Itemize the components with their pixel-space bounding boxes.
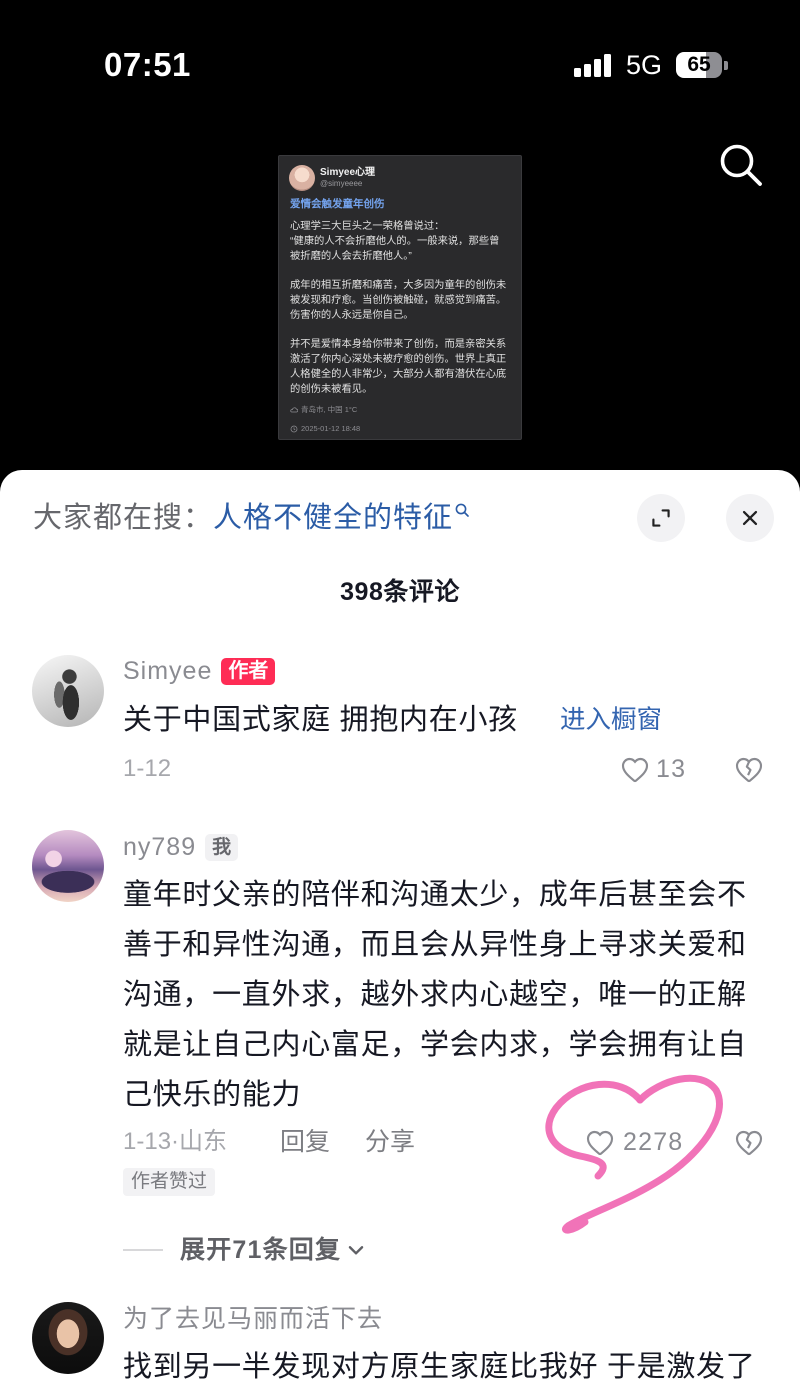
comment-date: 1-12 [123, 755, 172, 782]
battery-icon: 65 [676, 52, 728, 78]
self-badge: 我 [205, 833, 239, 861]
expand-button[interactable] [637, 494, 685, 542]
post-paragraph: 成年的相互折磨和痛苦，大多因为童年的创伤未 被发现和疗愈。当创伤被触碰，就感觉到… [290, 279, 516, 323]
share-button[interactable]: 分享 [365, 1127, 415, 1157]
post-author-name: Simyee心理 [320, 167, 376, 178]
expand-icon [652, 509, 670, 527]
broken-heart-icon [735, 1130, 763, 1156]
post-time-row: 2025-01-12 18:48 [290, 423, 360, 435]
post-location: 青岛市, 中国 1°C [301, 405, 358, 414]
comment-user-row: ny789 我 [123, 832, 239, 862]
post-author-avatar [289, 165, 315, 191]
network-type: 5G [626, 50, 663, 80]
post-line: 激活了你内心深处未被疗愈的创伤。世界上真正 [290, 354, 507, 366]
close-icon [742, 510, 758, 526]
post-line: 的创伤未被看见。 [290, 383, 373, 395]
post-line: 并不是爱情本身给你带来了创伤，而是亲密关系 [290, 339, 507, 351]
comment-text: 关于中国式家庭 拥抱内在小孩 [123, 704, 518, 736]
search-icon[interactable] [454, 502, 470, 518]
post-body: 心理学三大巨头之一荣格曾说过： “健康的人不会折磨他人的。一般来说，那些曾 被折… [290, 220, 516, 398]
comment-username[interactable]: 为了去见马丽而活下去 [123, 1304, 383, 1334]
comment-username[interactable]: ny789 [123, 832, 196, 862]
like-button[interactable] [618, 754, 652, 784]
avatar[interactable] [32, 830, 104, 902]
hot-search-row: 大家都在搜： 人格不健全的特征 [33, 498, 470, 538]
like-button[interactable] [583, 1127, 617, 1157]
chevron-down-icon [348, 1246, 364, 1255]
post-line: “健康的人不会折磨他人的。一般来说，那些曾 [290, 235, 500, 247]
heart-icon [621, 757, 649, 783]
comment-user-row: Simyee 作者 [123, 656, 276, 686]
post-line: 人格健全的人非常少，大部分人都有潜伏在心底 [290, 368, 507, 380]
like-count: 2278 [623, 1128, 684, 1156]
expand-replies-button[interactable]: 展开71条回复 [180, 1235, 367, 1265]
video-area[interactable]: 07:51 5G 65 Simyee心理 @simyeeee 爱情会触发童年创伤… [0, 0, 800, 490]
hot-search-suggestion[interactable]: 人格不健全的特征 [213, 498, 453, 538]
post-location-row: 青岛市, 中国 1°C [290, 404, 357, 416]
dislike-button[interactable] [732, 1126, 766, 1158]
post-line: 心理学三大巨头之一荣格曾说过： [290, 221, 445, 232]
dislike-button[interactable] [732, 753, 766, 785]
author-liked-badge: 作者赞过 [123, 1168, 216, 1196]
battery-nub [724, 61, 728, 70]
post-title: 爱情会触发童年创伤 [290, 198, 385, 210]
close-button[interactable] [726, 494, 774, 542]
expand-replies-line [123, 1249, 163, 1251]
expand-replies-label: 展开71条回复 [180, 1236, 342, 1264]
comments-sheet: 大家都在搜： 人格不健全的特征 398条评论 Simyee 作者 关于中国式家庭… [0, 470, 800, 1391]
comment-text: 童年时父亲的陪伴和沟通太少，成年后甚至会不善于和异性沟通，而且会从异性身上寻求关… [123, 879, 747, 1111]
post-line: 被发现和疗愈。当创伤被触碰，就感觉到痛苦。 [290, 294, 507, 306]
comment-text: 找到另一半发现对方原生家庭比我好 于是激发了 [123, 1351, 756, 1383]
shop-window-link[interactable]: 进入橱窗 [560, 695, 662, 745]
post-line: 成年的相互折磨和痛苦，大多因为童年的创伤未 [290, 280, 507, 292]
avatar[interactable] [32, 1302, 104, 1374]
post-paragraph: 并不是爱情本身给你带来了创伤，而是亲密关系 激活了你内心深处未被疗愈的创伤。世界… [290, 338, 516, 397]
heart-icon [586, 1130, 614, 1156]
comment-count: 398条评论 [340, 578, 460, 606]
post-line: 被折磨的人会去折磨他人。” [290, 250, 412, 262]
post-line: 伤害你的人永远是你自己。 [290, 309, 414, 321]
post-timestamp: 2025-01-12 18:48 [301, 424, 361, 433]
author-badge: 作者 [221, 657, 276, 685]
post-paragraph: 心理学三大巨头之一荣格曾说过： “健康的人不会折磨他人的。一般来说，那些曾 被折… [290, 220, 516, 264]
broken-heart-icon [735, 757, 763, 783]
avatar[interactable] [32, 655, 104, 727]
comment-username[interactable]: Simyee [123, 656, 212, 686]
screen: 07:51 5G 65 Simyee心理 @simyeeee 爱情会触发童年创伤… [0, 0, 800, 1391]
comment-date-location: 1-13·山东 [123, 1128, 228, 1155]
comment-user-row: 为了去见马丽而活下去 [123, 1304, 383, 1334]
location-icon [290, 407, 298, 413]
hot-search-label: 大家都在搜： [33, 502, 214, 534]
signal-bars-icon [574, 53, 614, 77]
post-screenshot-card: Simyee心理 @simyeeee 爱情会触发童年创伤 心理学三大巨头之一荣格… [278, 155, 522, 440]
like-count: 13 [656, 755, 687, 783]
battery-level: 65 [687, 53, 711, 76]
reply-button[interactable]: 回复 [280, 1127, 330, 1157]
status-time: 07:51 [104, 46, 191, 83]
post-author-handle: @simyeeee [320, 179, 363, 188]
search-icon[interactable] [714, 138, 768, 192]
clock-icon [290, 425, 298, 433]
